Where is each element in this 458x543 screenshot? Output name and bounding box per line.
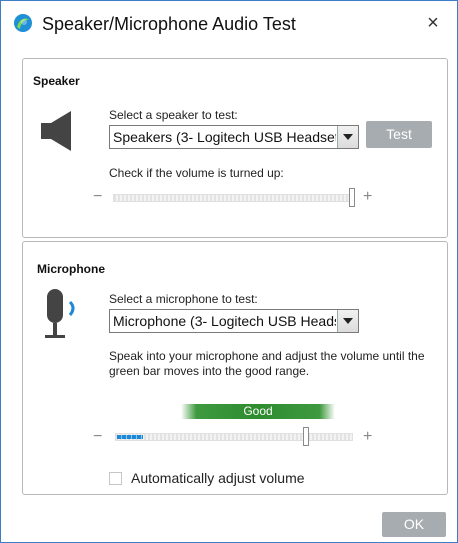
speaker-icon xyxy=(41,111,71,151)
microphone-dropdown-value: Microphone (3- Logitech USB Headset) xyxy=(113,313,336,329)
speaker-select-label: Select a speaker to test: xyxy=(109,108,238,122)
speaker-volume-minus-icon: − xyxy=(93,188,103,205)
auto-adjust-label[interactable]: Automatically adjust volume xyxy=(131,470,305,486)
speaker-section-title: Speaker xyxy=(33,74,80,88)
chevron-down-icon[interactable] xyxy=(337,310,358,332)
microphone-instructions: Speak into your microphone and adjust th… xyxy=(109,349,425,378)
good-range-bar: Good xyxy=(181,404,335,419)
speaker-volume-plus-icon: + xyxy=(363,188,373,205)
microphone-panel: Microphone Select a microphone to test: … xyxy=(22,241,448,495)
microphone-select-label: Select a microphone to test: xyxy=(109,292,258,306)
audio-test-dialog: Speaker/Microphone Audio Test × Speaker … xyxy=(0,0,458,543)
microphone-icon xyxy=(45,289,75,338)
speaker-volume-thumb[interactable] xyxy=(349,188,355,207)
microphone-dropdown[interactable]: Microphone (3- Logitech USB Headset) xyxy=(109,309,359,333)
microphone-section-title: Microphone xyxy=(37,262,105,276)
window-title: Speaker/Microphone Audio Test xyxy=(42,14,296,34)
speaker-volume-slider[interactable] xyxy=(113,194,351,202)
microphone-volume-thumb[interactable] xyxy=(303,427,309,446)
microphone-volume-slider[interactable] xyxy=(115,433,353,441)
microphone-input-level xyxy=(117,435,143,439)
test-button[interactable]: Test xyxy=(366,121,432,148)
ok-button[interactable]: OK xyxy=(382,512,446,537)
microphone-volume-minus-icon: − xyxy=(93,428,103,445)
chevron-down-icon[interactable] xyxy=(337,126,358,148)
microphone-volume-plus-icon: + xyxy=(363,428,373,445)
speaker-dropdown[interactable]: Speakers (3- Logitech USB Headset) xyxy=(109,125,359,149)
title-bar: Speaker/Microphone Audio Test × xyxy=(1,1,457,45)
speaker-dropdown-value: Speakers (3- Logitech USB Headset) xyxy=(113,129,336,145)
speaker-volume-label: Check if the volume is turned up: xyxy=(109,166,284,180)
close-button[interactable]: × xyxy=(421,11,445,35)
auto-adjust-checkbox[interactable] xyxy=(109,472,122,485)
app-logo-icon xyxy=(14,14,32,32)
speaker-panel: Speaker Select a speaker to test: Speake… xyxy=(22,58,448,238)
